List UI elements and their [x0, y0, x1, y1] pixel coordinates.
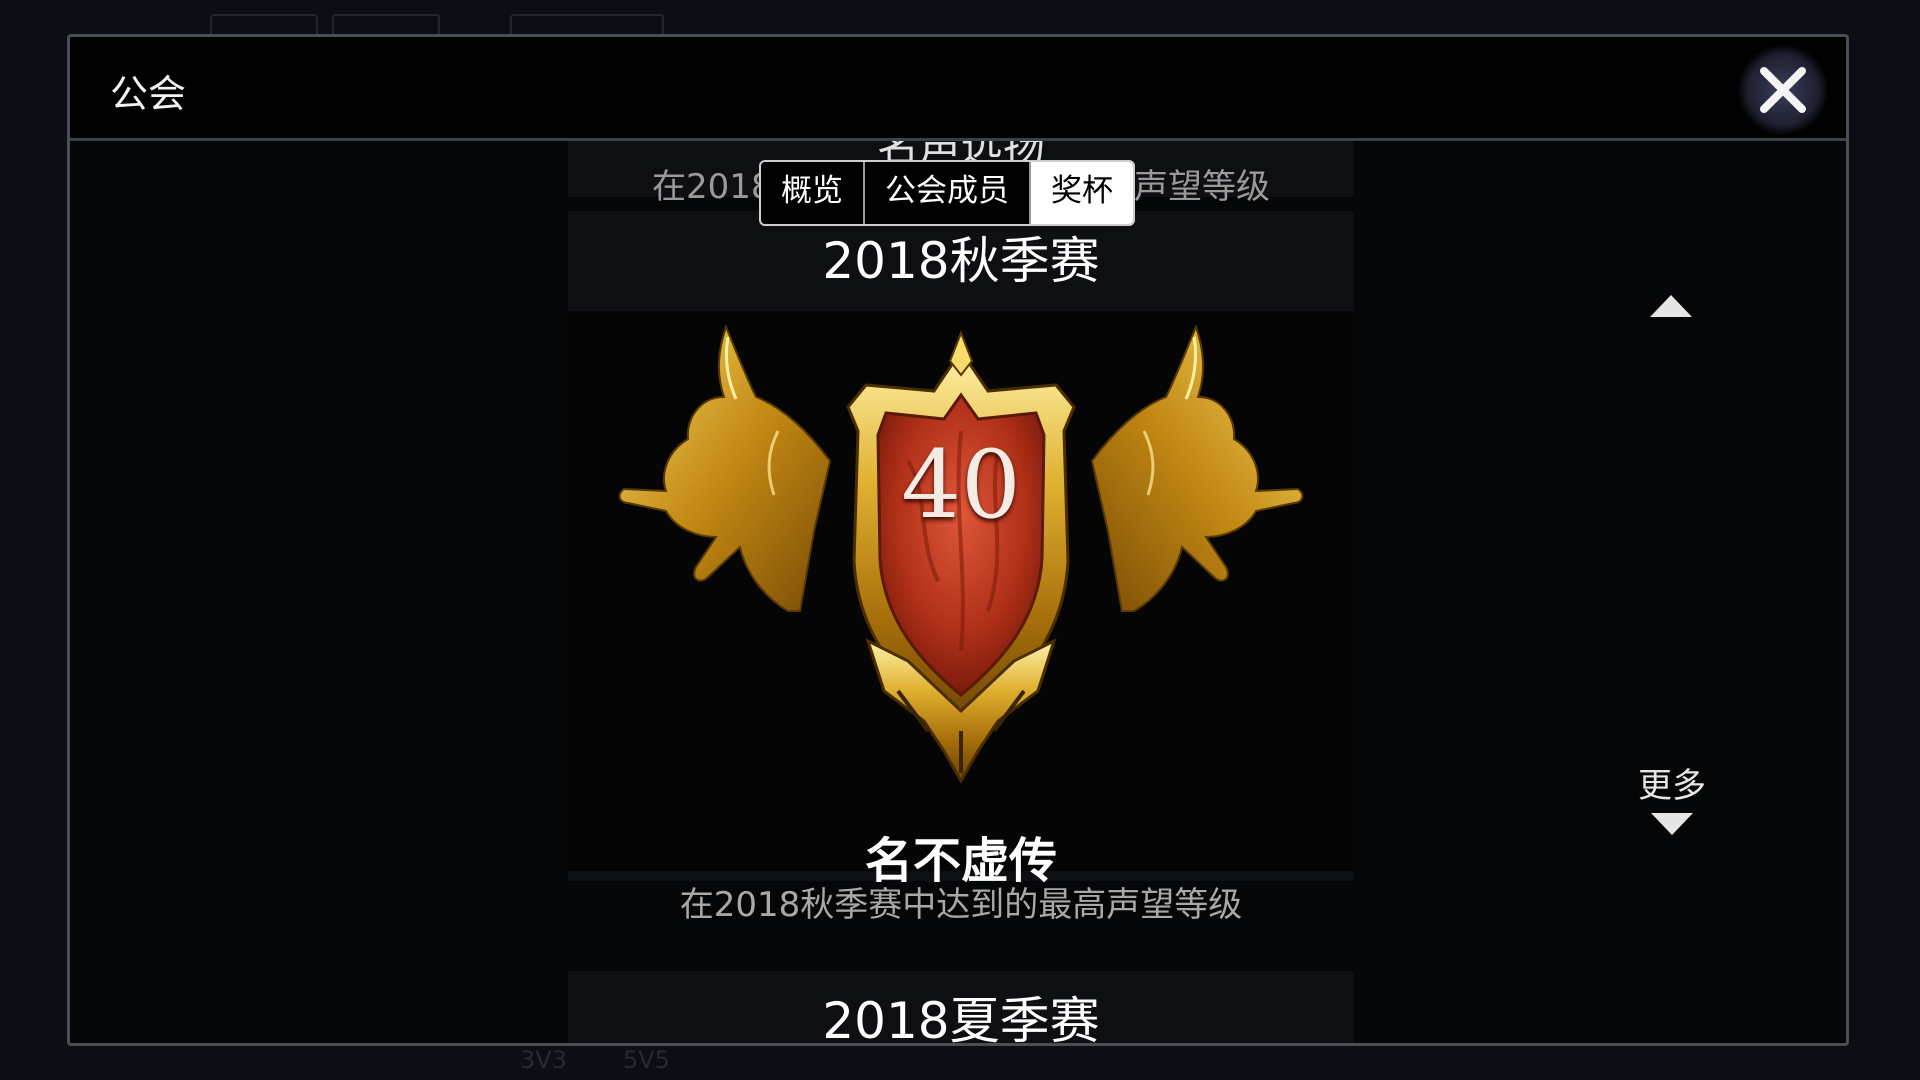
trophy-list[interactable]: 名声远扬 在2018-19冬季赛中达到的最高声望等级 2018秋季赛 — [568, 141, 1354, 1046]
background-footer: 3V3 5V5 — [520, 1046, 670, 1074]
more-label: 更多 — [1638, 766, 1706, 806]
guild-tabs: 概览 公会成员 奖杯 — [759, 160, 1135, 226]
trophy-emblem — [618, 324, 1304, 785]
arrow-up-icon — [1650, 295, 1692, 317]
season-block: 2018夏季赛 — [568, 971, 1354, 1046]
modal-title: 公会 — [110, 72, 187, 116]
trophy-level: 40 — [901, 431, 1021, 540]
trophy-desc: 在2018秋季赛中达到的最高声望等级 — [679, 885, 1243, 925]
tab-overview[interactable]: 概览 — [761, 162, 865, 224]
background-tab — [332, 14, 440, 34]
background-tab — [210, 14, 318, 34]
background-tab — [510, 14, 664, 34]
season-block: 2018秋季赛 40 名不虚传 在2018秋季赛中达到的最高声望等级 — [568, 211, 1354, 925]
scroll-up-button[interactable] — [1648, 293, 1694, 323]
more-button[interactable]: 更多 — [1630, 758, 1714, 841]
background-tabs — [210, 14, 664, 34]
trophy-content: 名声远扬 在2018-19冬季赛中达到的最高声望等级 2018秋季赛 — [70, 141, 1846, 1046]
modal-header: 公会 — [70, 37, 1846, 141]
close-icon — [1760, 67, 1806, 113]
arrow-down-icon — [1651, 813, 1693, 835]
trophy-card: 40 名不虚传 在2018秋季赛中达到的最高声望等级 — [568, 311, 1354, 925]
close-button[interactable] — [1738, 45, 1828, 135]
background-footer-item: 5V5 — [622, 1046, 670, 1074]
background-footer-item: 3V3 — [520, 1046, 567, 1074]
season-title: 2018夏季赛 — [822, 992, 1100, 1046]
shield-icon — [846, 330, 1076, 785]
tab-trophies[interactable]: 奖杯 — [1031, 162, 1133, 224]
tab-members[interactable]: 公会成员 — [865, 162, 1031, 224]
season-title: 2018秋季赛 — [822, 232, 1100, 290]
